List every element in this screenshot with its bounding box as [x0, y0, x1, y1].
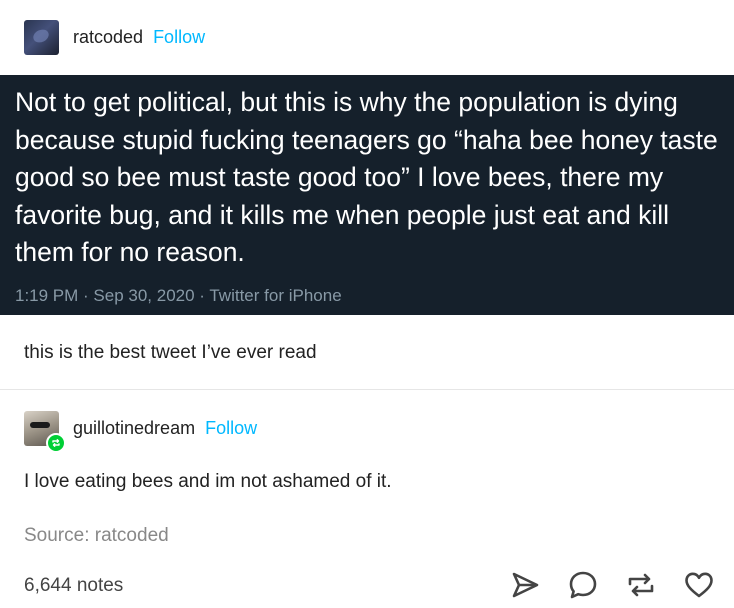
- post-actions: [508, 568, 716, 602]
- reblog-icon: [628, 573, 654, 597]
- comment-button[interactable]: [566, 568, 600, 602]
- notes-count[interactable]: 6,644 notes: [24, 575, 123, 597]
- tweet-text: Not to get political, but this is why th…: [15, 87, 718, 267]
- tweet-meta: 1:19 PM · Sep 30, 2020 · Twitter for iPh…: [15, 286, 342, 305]
- send-icon: [512, 572, 539, 598]
- follow-button[interactable]: Follow: [205, 418, 257, 439]
- reblog-button[interactable]: [624, 568, 658, 602]
- username-link[interactable]: ratcoded: [73, 27, 143, 48]
- reblog-badge-icon: [46, 432, 66, 453]
- like-button[interactable]: [682, 568, 716, 602]
- heart-icon: [685, 572, 713, 598]
- follow-button[interactable]: Follow: [153, 27, 205, 48]
- reblog-comment: I love eating bees and im not ashamed of…: [24, 471, 392, 492]
- tweet-screenshot: Not to get political, but this is why th…: [0, 75, 734, 315]
- post-comment: this is the best tweet I’ve ever read: [24, 342, 317, 363]
- avatar[interactable]: [24, 19, 59, 55]
- username-link[interactable]: guillotinedream: [73, 418, 195, 439]
- avatar-detail: [30, 421, 50, 428]
- post-header: ratcoded Follow: [24, 19, 205, 55]
- send-button[interactable]: [508, 568, 542, 602]
- avatar[interactable]: [24, 410, 66, 453]
- comment-icon: [569, 571, 597, 599]
- reblog-header: guillotinedream Follow: [24, 410, 257, 453]
- source-link[interactable]: Source: ratcoded: [24, 525, 169, 547]
- divider: [0, 389, 734, 390]
- tumblr-post: ratcoded Follow Not to get political, bu…: [0, 0, 734, 608]
